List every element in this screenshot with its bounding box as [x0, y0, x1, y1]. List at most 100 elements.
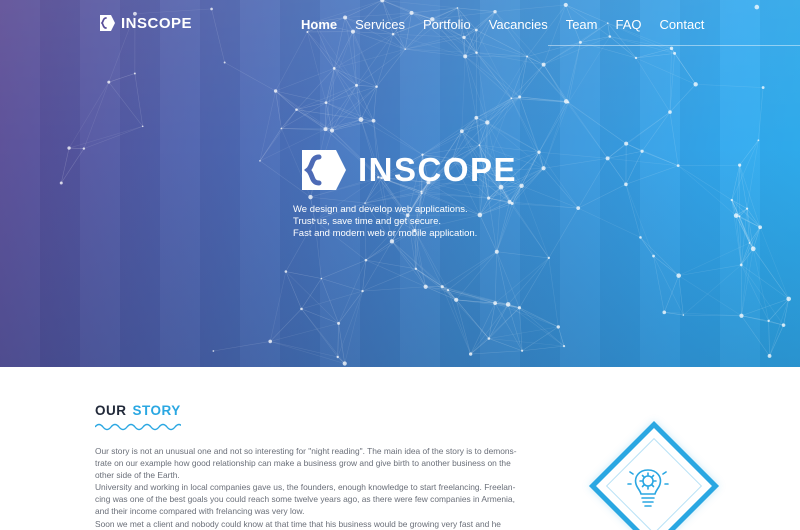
nav-item-home[interactable]: Home	[301, 17, 337, 32]
tagline-line: We design and develop web applications.	[293, 204, 468, 215]
network-line	[511, 56, 528, 99]
network-line	[461, 98, 512, 132]
hero-logo-text: INSCOPE	[358, 151, 518, 188]
network-node	[693, 82, 698, 87]
network-line	[519, 257, 550, 308]
nav-item-team[interactable]: Team	[566, 17, 598, 32]
network-node	[273, 89, 278, 93]
network-line	[521, 168, 544, 187]
network-line	[285, 271, 322, 279]
network-line	[507, 257, 550, 305]
wave-divider-icon	[95, 423, 181, 431]
network-line	[365, 259, 416, 270]
nav-item-services[interactable]: Services	[355, 17, 405, 32]
header-logo-text: INSCOPE	[121, 14, 193, 32]
network-node	[526, 55, 529, 58]
nav-item-faq[interactable]: FAQ	[616, 17, 642, 32]
hero-logo: INSCOPE	[292, 148, 517, 192]
network-node	[510, 97, 513, 100]
network-line	[678, 164, 740, 166]
network-line	[275, 90, 282, 129]
network-line	[496, 203, 513, 252]
network-line	[759, 227, 789, 300]
nav-item-vacancies[interactable]: Vacancies	[489, 17, 548, 32]
network-node	[739, 263, 743, 267]
network-node	[332, 66, 336, 70]
brand-bracket-icon	[100, 15, 115, 31]
network-line	[83, 126, 143, 149]
network-node	[733, 213, 739, 218]
network-line	[683, 264, 742, 316]
network-node	[375, 85, 378, 88]
network-node	[280, 127, 283, 130]
network-line	[108, 73, 135, 83]
network-line	[325, 120, 374, 130]
network-node	[781, 323, 786, 327]
network-node	[634, 56, 638, 60]
network-node	[459, 129, 464, 134]
network-node	[82, 147, 86, 150]
network-node	[364, 258, 368, 262]
lightbulb-gear-icon	[627, 469, 669, 507]
network-node	[563, 99, 569, 104]
network-node	[421, 192, 423, 195]
network-node	[521, 349, 524, 352]
network-node	[485, 120, 490, 125]
network-line	[677, 165, 737, 216]
network-line	[538, 102, 569, 153]
network-node	[463, 54, 468, 59]
story-line: cing was one of the best goals you could…	[95, 494, 515, 505]
network-node	[300, 307, 303, 311]
nav-item-contact[interactable]: Contact	[660, 17, 705, 32]
tagline-line: Trust us, save time and get secure.	[293, 216, 442, 227]
network-line	[653, 255, 684, 316]
network-node	[478, 144, 481, 146]
network-node	[493, 301, 498, 306]
network-node	[605, 156, 610, 161]
network-line	[60, 147, 70, 184]
network-line	[425, 286, 457, 301]
network-line	[511, 203, 550, 259]
nav-item-portfolio[interactable]: Portfolio	[423, 17, 471, 32]
network-line	[455, 251, 498, 301]
main-nav: Home Services Portfolio Vacancies Team F…	[301, 17, 722, 32]
network-line	[447, 290, 471, 355]
network-line	[566, 101, 627, 144]
network-line	[285, 271, 302, 309]
header-logo[interactable]: INSCOPE	[96, 14, 192, 32]
network-line	[134, 73, 144, 127]
network-line	[669, 84, 696, 113]
network-node	[738, 215, 741, 218]
network-node	[454, 297, 459, 302]
network-line	[543, 158, 608, 169]
network-line	[607, 158, 627, 185]
network-line	[310, 196, 366, 204]
network-line	[543, 168, 579, 209]
network-line	[441, 286, 471, 355]
network-node	[668, 110, 672, 114]
network-line	[677, 165, 732, 201]
network-line	[543, 102, 569, 169]
top-navigation-bar: INSCOPE Home Services Portfolio Vacancie…	[0, 0, 800, 48]
network-node	[361, 289, 364, 293]
network-node	[355, 83, 359, 87]
network-line	[496, 251, 549, 259]
network-line	[365, 241, 393, 261]
network-line	[285, 271, 339, 324]
brand-bracket-icon	[302, 150, 346, 190]
network-node	[676, 273, 681, 278]
network-line	[678, 275, 742, 317]
network-line	[678, 264, 742, 276]
network-line	[695, 84, 764, 88]
network-node	[519, 183, 524, 189]
network-line	[496, 251, 509, 305]
network-node	[308, 194, 313, 200]
network-line	[508, 304, 559, 328]
network-line	[425, 286, 496, 304]
network-node	[739, 313, 744, 318]
network-line	[494, 251, 498, 304]
network-node	[487, 337, 491, 340]
network-line	[476, 52, 488, 123]
network-line	[337, 323, 339, 357]
network-line	[731, 199, 754, 249]
